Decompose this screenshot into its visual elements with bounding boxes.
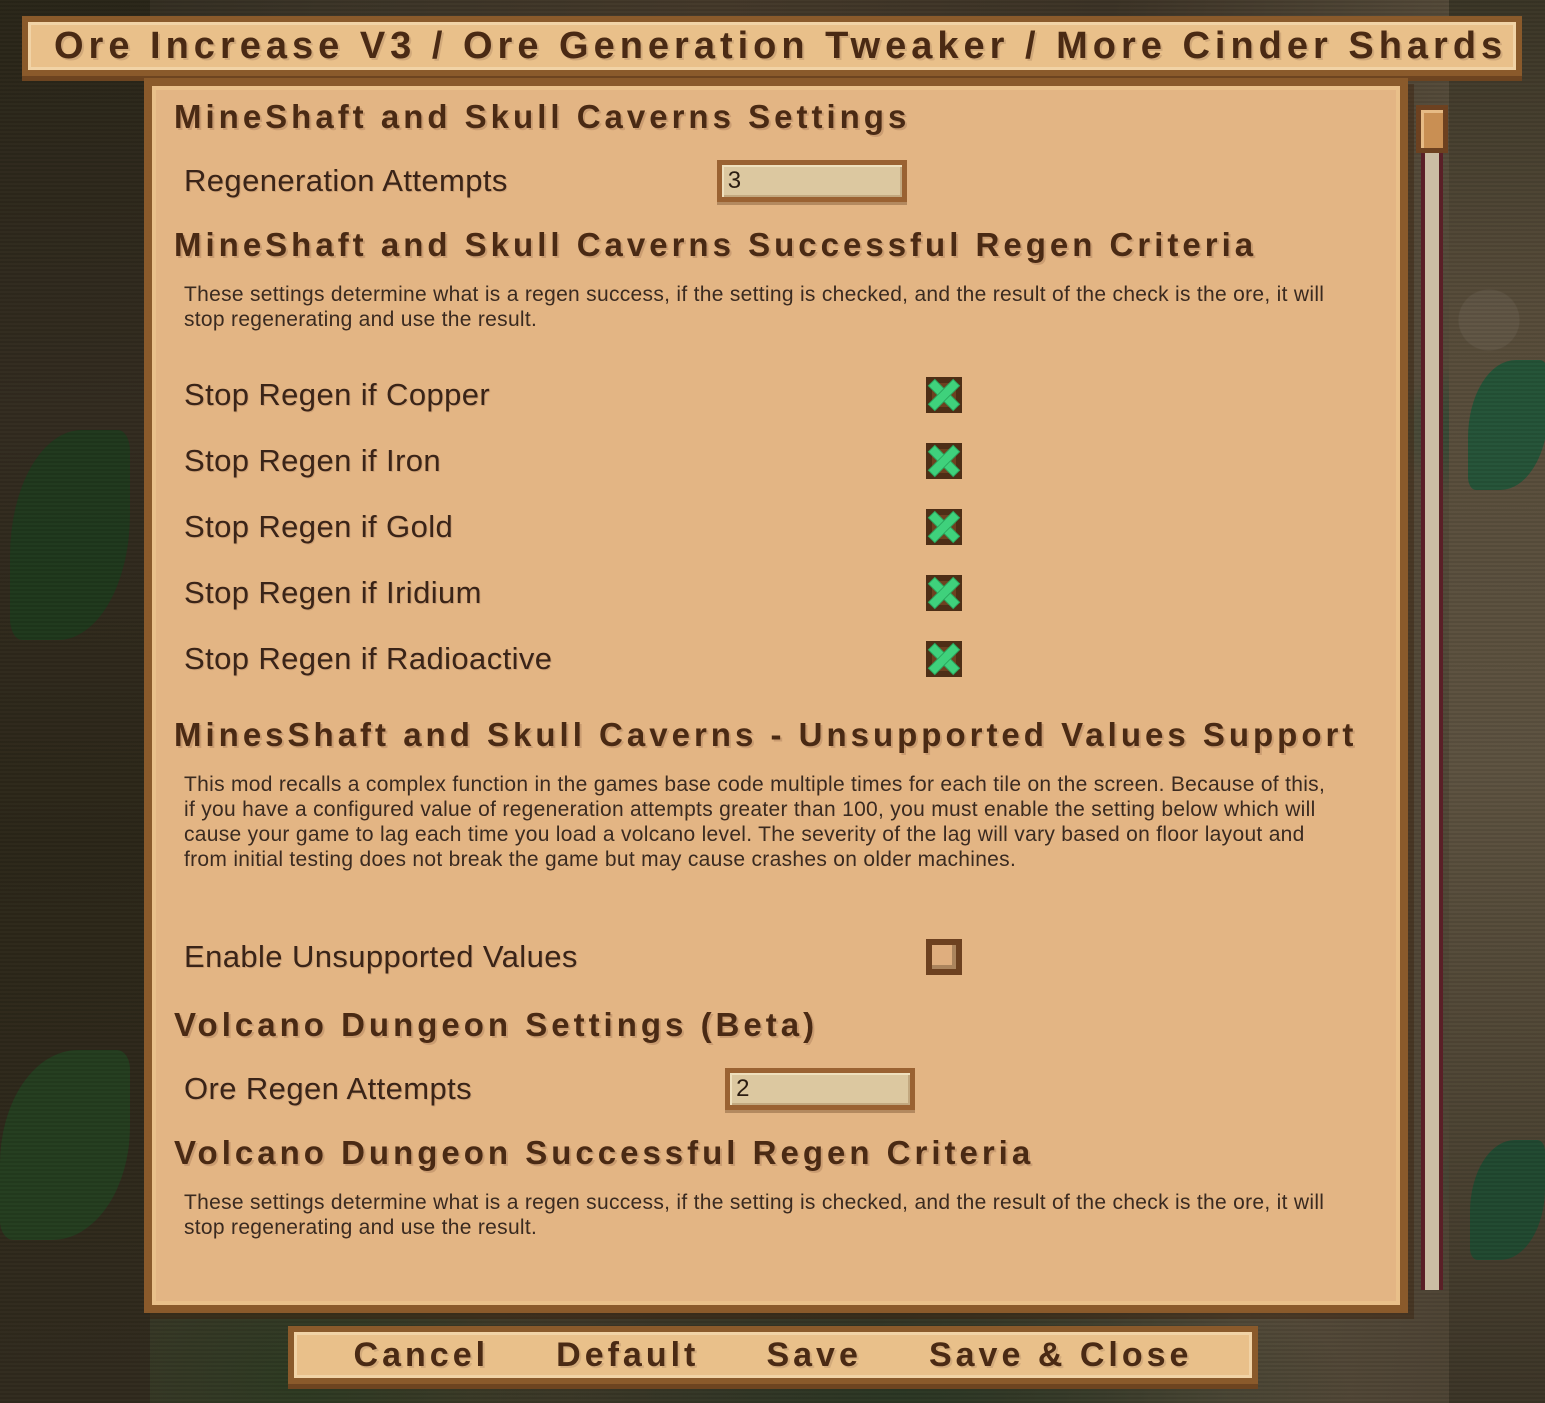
stop-regen-gold-label: Stop Regen if Gold	[184, 509, 454, 544]
stop-regen-iridium-checkbox[interactable]	[926, 575, 962, 611]
background-foliage	[1470, 1140, 1545, 1260]
scrollbar-thumb[interactable]	[1416, 105, 1448, 153]
setting-row-regeneration-attempts: Regeneration Attempts 3	[162, 160, 1396, 202]
default-button[interactable]: Default	[556, 1336, 699, 1375]
options-panel: MineShaft and Skull Caverns Settings Reg…	[144, 78, 1408, 1313]
options-scroll-content: MineShaft and Skull Caverns Settings Reg…	[152, 86, 1400, 1305]
stop-regen-iridium-label: Stop Regen if Iridium	[184, 575, 482, 610]
volcano-criteria-description: These settings determine what is a regen…	[184, 1191, 1325, 1239]
cancel-button[interactable]: Cancel	[354, 1336, 490, 1375]
enable-unsupported-values-checkbox[interactable]	[926, 939, 962, 975]
stop-regen-gold-checkbox[interactable]	[926, 509, 962, 545]
page-title: Ore Increase V3 / Ore Generation Tweaker…	[54, 24, 1508, 67]
background-foliage	[0, 1050, 130, 1240]
enable-unsupported-values-label: Enable Unsupported Values	[184, 939, 578, 974]
save-close-button[interactable]: Save & Close	[929, 1336, 1192, 1375]
regeneration-attempts-value: 3	[727, 167, 742, 194]
setting-row-stop-regen-iridium[interactable]: Stop Regen if Iridium	[162, 560, 1396, 626]
background-dirt-left	[0, 0, 150, 1403]
regeneration-attempts-label: Regeneration Attempts	[184, 163, 508, 198]
section-heading-unsupported-values: MinesShaft and Skull Caverns - Unsupport…	[174, 716, 1358, 753]
stop-regen-radioactive-checkbox[interactable]	[926, 641, 962, 677]
setting-row-stop-regen-copper[interactable]: Stop Regen if Copper	[162, 362, 1396, 428]
stop-regen-copper-checkbox[interactable]	[926, 377, 962, 413]
setting-row-enable-unsupported-values[interactable]: Enable Unsupported Values	[162, 926, 1396, 988]
stop-regen-radioactive-label: Stop Regen if Radioactive	[184, 641, 553, 676]
setting-row-ore-regen-attempts: Ore Regen Attempts 2	[162, 1068, 1396, 1110]
section-heading-mineshaft-settings: MineShaft and Skull Caverns Settings	[174, 98, 911, 135]
mineshaft-criteria-description: These settings determine what is a regen…	[184, 283, 1325, 331]
window-title-bar: Ore Increase V3 / Ore Generation Tweaker…	[22, 16, 1522, 76]
save-button[interactable]: Save	[766, 1336, 861, 1375]
scrollbar-track[interactable]	[1421, 142, 1443, 1290]
stop-regen-iron-checkbox[interactable]	[926, 443, 962, 479]
unsupported-values-description: This mod recalls a complex function in t…	[184, 773, 1326, 871]
section-heading-volcano-settings: Volcano Dungeon Settings (Beta)	[174, 1006, 819, 1043]
section-heading-mineshaft-criteria: MineShaft and Skull Caverns Successful R…	[174, 226, 1258, 263]
background-foliage	[10, 430, 130, 640]
stop-regen-copper-label: Stop Regen if Copper	[184, 377, 491, 412]
section-heading-volcano-criteria: Volcano Dungeon Successful Regen Criteri…	[174, 1134, 1035, 1171]
dialog-button-bar: Cancel Default Save Save & Close	[288, 1326, 1258, 1384]
stop-regen-iron-label: Stop Regen if Iron	[184, 443, 442, 478]
ore-regen-attempts-value: 2	[736, 1075, 750, 1102]
setting-row-stop-regen-gold[interactable]: Stop Regen if Gold	[162, 494, 1396, 560]
setting-row-stop-regen-radioactive[interactable]: Stop Regen if Radioactive	[162, 626, 1396, 692]
ore-regen-attempts-label: Ore Regen Attempts	[184, 1071, 473, 1106]
setting-row-stop-regen-iron[interactable]: Stop Regen if Iron	[162, 428, 1396, 494]
regeneration-attempts-input[interactable]: 3	[716, 160, 907, 202]
background-dirt-right	[1449, 0, 1545, 1403]
ore-regen-attempts-input[interactable]: 2	[725, 1068, 916, 1110]
background-foliage	[1468, 360, 1545, 490]
